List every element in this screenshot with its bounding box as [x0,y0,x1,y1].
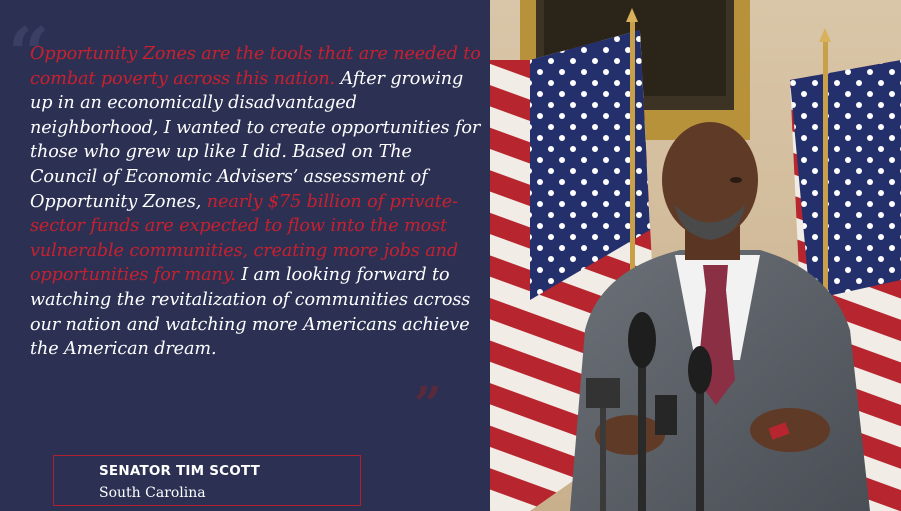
quote-panel: “ Opportunity Zones are the tools that a… [0,0,490,511]
speaker-name: SENATOR TIM SCOTT [99,463,261,479]
quote-segment-2: After growing up in an economically disa… [30,68,481,212]
speaker-state: South Carolina [99,485,206,501]
quote-graphic: “ Opportunity Zones are the tools that a… [0,0,901,511]
quote-text: Opportunity Zones are the tools that are… [30,42,482,362]
speaker-photo [490,0,901,511]
close-quote-icon: ” [414,377,442,433]
attribution-box: SENATOR TIM SCOTT South Carolina [53,455,361,506]
